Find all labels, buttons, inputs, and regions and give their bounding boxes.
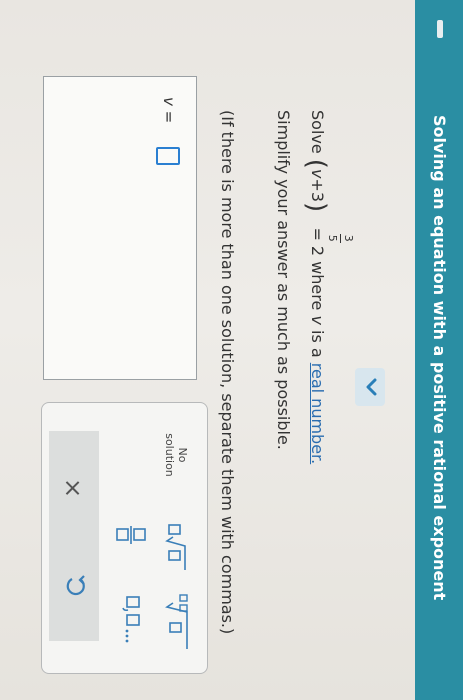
exponent-denominator: 5 xyxy=(326,234,339,242)
fraction-icon xyxy=(116,526,146,544)
answer-box[interactable]: v = xyxy=(43,76,197,380)
open-paren: ( xyxy=(301,158,331,169)
square-root-button[interactable] xyxy=(159,523,189,573)
variable-name: v xyxy=(308,315,327,325)
problem-page: Solving an equation with a positive rati… xyxy=(0,0,463,700)
page-title: Solving an equation with a positive rati… xyxy=(430,115,449,601)
undo-button[interactable] xyxy=(59,571,89,601)
exponent-numerator: 3 xyxy=(342,234,355,242)
equation-rhs: = 2 where xyxy=(308,227,327,311)
real-number-link[interactable]: real number. xyxy=(308,363,327,464)
header-banner: Solving an equation with a positive rati… xyxy=(415,0,463,700)
close-paren: ) xyxy=(301,202,331,213)
chevron-down-icon xyxy=(366,378,377,396)
undo-icon xyxy=(66,575,85,596)
chevron-down-button[interactable] xyxy=(355,368,385,406)
base-variable: v xyxy=(308,168,327,179)
problem-statement: Solve (v+3) 3 5 = 2 where v is a real nu… xyxy=(291,110,355,464)
square-root-icon xyxy=(165,524,186,570)
nth-root-button[interactable] xyxy=(159,593,191,653)
solve-word: Solve xyxy=(308,110,327,154)
fraction-button[interactable] xyxy=(111,523,147,547)
clear-button[interactable]: × xyxy=(59,473,87,503)
comma-instruction: (If there is more than one solution, sep… xyxy=(218,110,237,635)
is-a-text: is a xyxy=(308,330,327,358)
comma-list-button[interactable] xyxy=(117,593,143,653)
keypad-action-bar xyxy=(49,431,99,641)
no-solution-button[interactable]: No solution xyxy=(163,425,189,485)
rational-exponent: 3 5 xyxy=(326,233,355,243)
answer-input[interactable] xyxy=(156,147,180,165)
base-rest: +3 xyxy=(308,178,327,203)
equation-expression: (v+3) 3 5 xyxy=(301,158,355,243)
comma-list-icon xyxy=(122,596,140,643)
nth-root-icon xyxy=(165,594,188,649)
math-keypad: No solution × xyxy=(41,402,208,674)
collapse-icon[interactable] xyxy=(437,20,443,38)
simplify-instruction: Simplify your answer as much as possible… xyxy=(274,110,293,450)
answer-label: v = xyxy=(160,97,178,124)
